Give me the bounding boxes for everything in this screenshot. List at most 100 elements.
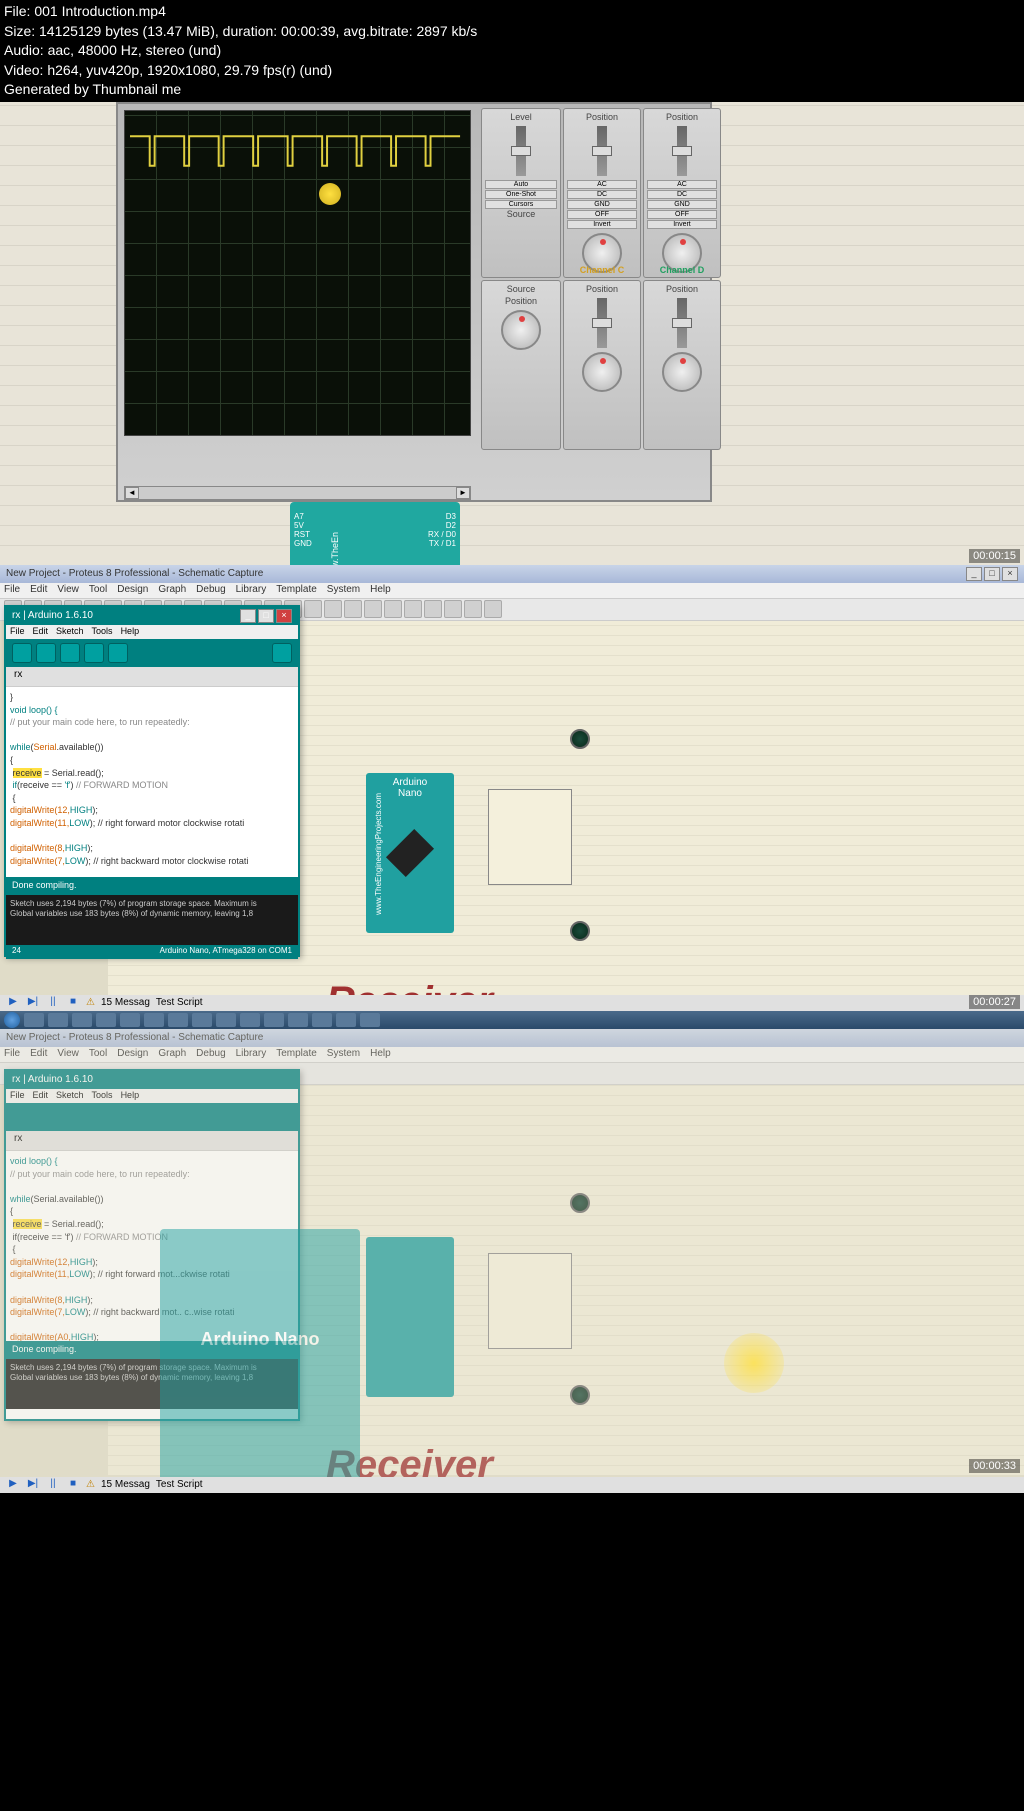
ide-menu-tools[interactable]: Tools — [92, 626, 113, 638]
oneshot-btn[interactable]: One-Shot — [485, 190, 557, 199]
pos-slider[interactable] — [677, 126, 687, 176]
menu-template[interactable]: Template — [276, 584, 317, 597]
new-icon[interactable] — [60, 643, 80, 663]
task-icon[interactable] — [216, 1013, 236, 1027]
channel-c-bottom: Position — [563, 280, 641, 450]
tool-icon[interactable] — [484, 600, 502, 618]
gain-knob[interactable] — [662, 352, 702, 392]
scope-scrollbar[interactable]: ◄ ► — [124, 486, 471, 500]
task-icon[interactable] — [120, 1013, 140, 1027]
close-icon[interactable]: × — [1002, 567, 1018, 581]
motor-1[interactable] — [570, 729, 590, 749]
ide-menu-help[interactable]: Help — [121, 626, 140, 638]
play-icon[interactable]: ▶ — [6, 1478, 20, 1492]
ide-menu-edit[interactable]: Edit — [33, 626, 49, 638]
tool-icon[interactable] — [424, 600, 442, 618]
gain-knob[interactable] — [582, 352, 622, 392]
timestamp-1: 00:00:15 — [969, 549, 1020, 563]
scope-screen — [124, 110, 471, 436]
pos-slider[interactable] — [677, 298, 687, 348]
scroll-right-icon[interactable]: ► — [456, 487, 470, 499]
ide-toolbar — [6, 639, 298, 667]
verify-icon[interactable] — [12, 643, 32, 663]
upload-icon[interactable] — [36, 643, 56, 663]
tool-icon[interactable] — [304, 600, 322, 618]
timebase-knob[interactable] — [501, 310, 541, 350]
serial-monitor-icon[interactable] — [272, 643, 292, 663]
menu-view[interactable]: View — [57, 584, 79, 597]
video-metadata-header: File: 001 Introduction.mp4 Size: 1412512… — [0, 0, 1024, 102]
ide-menu-file[interactable]: File — [10, 626, 25, 638]
tool-icon[interactable] — [364, 600, 382, 618]
task-icon[interactable] — [360, 1013, 380, 1027]
tool-icon[interactable] — [324, 600, 342, 618]
auto-btn[interactable]: Auto — [485, 180, 557, 189]
proteus-titlebar: New Project - Proteus 8 Professional - S… — [0, 565, 1024, 583]
open-icon[interactable] — [84, 643, 104, 663]
menu-design[interactable]: Design — [117, 584, 148, 597]
menu-tool[interactable]: Tool — [89, 584, 107, 597]
ide-status: Done compiling. — [6, 877, 298, 895]
close-icon[interactable]: × — [276, 609, 292, 623]
chip-icon — [386, 829, 434, 877]
task-icon[interactable] — [96, 1013, 116, 1027]
size-line: Size: 14125129 bytes (13.47 MiB), durati… — [4, 22, 1020, 42]
pause-icon[interactable]: || — [46, 996, 60, 1010]
menu-system[interactable]: System — [327, 584, 360, 597]
tool-icon[interactable] — [464, 600, 482, 618]
menu-file[interactable]: File — [4, 584, 20, 597]
tool-icon[interactable] — [444, 600, 462, 618]
menu-help[interactable]: Help — [370, 584, 391, 597]
script-name: Test Script — [156, 997, 203, 1008]
menu-graph[interactable]: Graph — [158, 584, 186, 597]
pause-icon[interactable]: || — [46, 1478, 60, 1492]
menu-edit[interactable]: Edit — [30, 584, 47, 597]
cursors-btn[interactable]: Cursors — [485, 200, 557, 209]
menu-debug[interactable]: Debug — [196, 584, 225, 597]
generator-line: Generated by Thumbnail me — [4, 80, 1020, 100]
ide-footer: 24 Arduino Nano, ATmega328 on COM1 — [6, 945, 298, 959]
pos-slider[interactable] — [597, 126, 607, 176]
message-count[interactable]: 15 Messag — [101, 997, 150, 1008]
motor-2[interactable] — [570, 921, 590, 941]
start-icon[interactable] — [4, 1012, 20, 1028]
play-icon[interactable]: ▶ — [6, 996, 20, 1010]
tool-icon[interactable] — [384, 600, 402, 618]
task-icon[interactable] — [144, 1013, 164, 1027]
ide-menu-sketch[interactable]: Sketch — [56, 626, 84, 638]
video-line: Video: h264, yuv420p, 1920x1080, 29.79 f… — [4, 61, 1020, 81]
step-icon[interactable]: ▶| — [26, 996, 40, 1010]
task-icon[interactable] — [240, 1013, 260, 1027]
task-icon[interactable] — [168, 1013, 188, 1027]
tool-icon[interactable] — [344, 600, 362, 618]
scope-controls: Level Auto One-Shot Cursors Source Posit… — [477, 104, 725, 500]
simulation-controls: ▶ ▶| || ■ ⚠ 15 Messag Test Script — [0, 995, 1024, 1011]
proteus-menubar: File Edit View Tool Design Graph Debug L… — [0, 583, 1024, 599]
channel-c-top: Position ACDCGNDOFFInvert Channel C — [563, 108, 641, 278]
task-icon[interactable] — [192, 1013, 212, 1027]
arduino-nano-component[interactable]: www.TheEngineeringProjects.com ArduinoNa… — [366, 773, 454, 933]
step-icon[interactable]: ▶| — [26, 1478, 40, 1492]
maximize-icon[interactable]: □ — [984, 567, 1000, 581]
menu-library[interactable]: Library — [236, 584, 267, 597]
explorer-icon[interactable] — [48, 1013, 68, 1027]
oscilloscope-window: ◄ ► Level Auto One-Shot Cursors Source P… — [116, 102, 712, 502]
task-icon[interactable] — [264, 1013, 284, 1027]
timestamp-2: 00:00:27 — [969, 995, 1020, 1009]
minimize-icon[interactable]: _ — [966, 567, 982, 581]
save-icon[interactable] — [108, 643, 128, 663]
code-editor[interactable]: } void loop() { // put your main code he… — [6, 687, 298, 877]
task-icon[interactable] — [72, 1013, 92, 1027]
task-icon[interactable] — [288, 1013, 308, 1027]
pos-slider[interactable] — [597, 298, 607, 348]
ie-icon[interactable] — [24, 1013, 44, 1027]
stop-icon[interactable]: ■ — [66, 1478, 80, 1492]
level-slider[interactable] — [516, 126, 526, 176]
scroll-left-icon[interactable]: ◄ — [125, 487, 139, 499]
ide-tab[interactable]: rx — [6, 667, 298, 687]
tool-icon[interactable] — [404, 600, 422, 618]
motor-driver-ic[interactable] — [488, 789, 572, 885]
task-icon[interactable] — [336, 1013, 356, 1027]
task-icon[interactable] — [312, 1013, 332, 1027]
stop-icon[interactable]: ■ — [66, 996, 80, 1010]
